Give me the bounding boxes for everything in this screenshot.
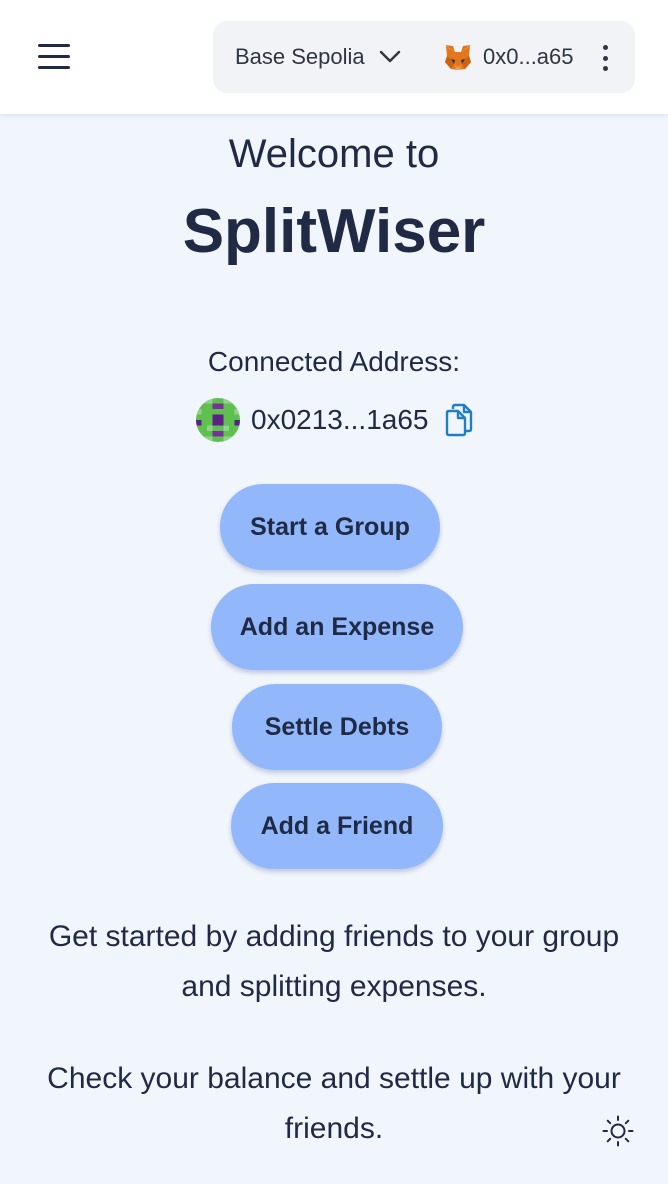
hamburger-menu-icon[interactable] — [38, 44, 70, 70]
blockie-avatar — [196, 398, 240, 442]
connected-address: 0x0213...1a65 — [251, 404, 429, 435]
connected-address-label: Connected Address: — [207, 346, 461, 377]
chevron-down-icon — [379, 50, 400, 63]
welcome-heading: Welcome to — [228, 132, 440, 176]
connected-address-row: 0x0213...1a65 — [196, 398, 475, 442]
intro-paragraph: Get started by adding friends to your gr… — [48, 920, 620, 1003]
settle-debts-button[interactable]: Settle Debts — [232, 684, 442, 770]
network-selector[interactable]: Base Sepolia — [235, 21, 401, 93]
add-friend-button[interactable]: Add a Friend — [231, 783, 443, 869]
wallet-connect-panel: Base Sepolia 0x0...a65 — [213, 21, 635, 93]
account-label: 0x0...a65 — [483, 44, 574, 69]
sun-icon[interactable] — [602, 1115, 634, 1147]
kebab-menu-icon[interactable] — [601, 45, 609, 71]
start-group-button[interactable]: Start a Group — [220, 484, 440, 570]
add-expense-button[interactable]: Add an Expense — [211, 584, 463, 670]
network-label: Base Sepolia — [235, 44, 365, 69]
top-navbar: Base Sepolia 0x0...a65 — [0, 0, 668, 114]
metamask-fox-icon — [445, 45, 471, 70]
account-button[interactable]: 0x0...a65 — [443, 21, 574, 93]
balance-paragraph: Check your balance and settle up with yo… — [47, 1062, 621, 1145]
app-title: SplitWiser — [182, 197, 486, 266]
copy-icon[interactable] — [443, 403, 475, 437]
